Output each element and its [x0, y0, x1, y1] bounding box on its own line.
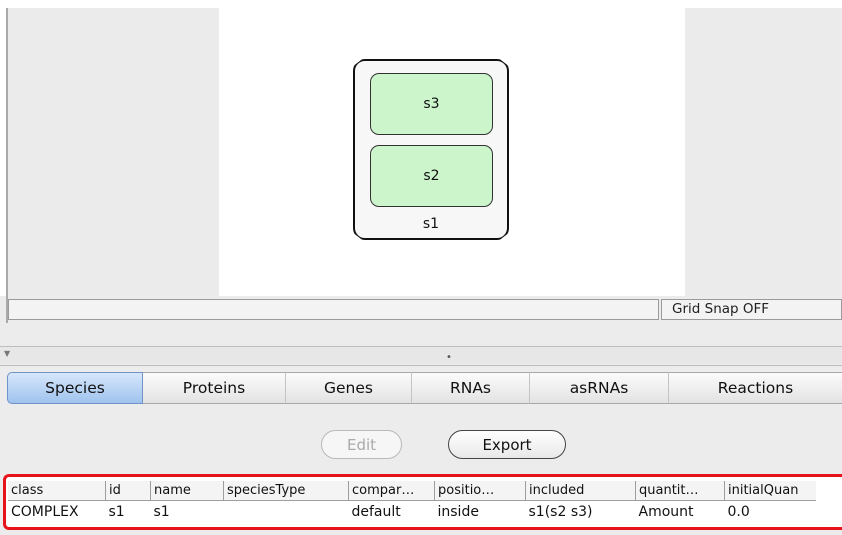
tab-bar: Species Proteins Genes RNAs asRNAs React…: [7, 372, 842, 404]
table-cell: s1: [153, 503, 170, 520]
status-message: [8, 299, 659, 320]
column-header[interactable]: quantit…: [635, 481, 725, 501]
table-cell: Amount: [638, 503, 694, 520]
export-button[interactable]: Export: [448, 430, 566, 459]
complex-node-s1[interactable]: s3 s2 s1: [353, 59, 509, 240]
species-node-label: s3: [423, 96, 440, 112]
tab-asrnas[interactable]: asRNAs: [530, 372, 669, 404]
splitter-border: [0, 365, 842, 366]
species-table[interactable]: class id name speciesType compar… positi…: [8, 481, 816, 522]
tab-rnas[interactable]: RNAs: [412, 372, 530, 404]
complex-node-label: s1: [422, 216, 440, 232]
table-cell: [224, 501, 349, 523]
table-cell: COMPLEX: [11, 503, 79, 520]
table-cell: default: [351, 503, 401, 520]
collapse-arrow-icon[interactable]: ▼: [4, 349, 10, 358]
column-header[interactable]: name: [150, 481, 224, 501]
table-cell: s1(s2 s3): [528, 503, 593, 520]
column-header[interactable]: positio…: [434, 481, 526, 501]
species-node-s3[interactable]: s3: [370, 73, 493, 135]
column-header[interactable]: included: [525, 481, 636, 501]
tab-species[interactable]: Species: [7, 372, 143, 404]
drag-handle-icon[interactable]: •: [446, 352, 452, 363]
pane-splitter[interactable]: [0, 347, 842, 364]
tab-reactions[interactable]: Reactions: [669, 372, 842, 404]
grid-snap-status[interactable]: Grid Snap OFF: [661, 299, 842, 320]
canvas-left-margin: [8, 8, 219, 296]
edit-button[interactable]: Edit: [321, 430, 402, 459]
canvas-right-margin: [685, 8, 842, 296]
species-node-label: s2: [423, 168, 440, 184]
tab-proteins[interactable]: Proteins: [143, 372, 286, 404]
column-header[interactable]: id: [105, 481, 151, 501]
column-header[interactable]: class: [8, 481, 106, 501]
column-header[interactable]: initialQuan: [724, 481, 816, 501]
table-cell: s1: [108, 503, 125, 520]
table-row[interactable]: COMPLEX s1 s1 default inside s1(s2 s3) A…: [8, 501, 816, 523]
column-header[interactable]: speciesType: [223, 481, 349, 501]
column-header[interactable]: compar…: [348, 481, 435, 501]
canvas-left-border: [6, 8, 8, 323]
table-header-row: class id name speciesType compar… positi…: [8, 481, 816, 501]
table-cell: 0.0: [727, 503, 750, 520]
tab-genes[interactable]: Genes: [286, 372, 412, 404]
species-node-s2[interactable]: s2: [370, 145, 493, 207]
table-cell: inside: [437, 503, 479, 520]
